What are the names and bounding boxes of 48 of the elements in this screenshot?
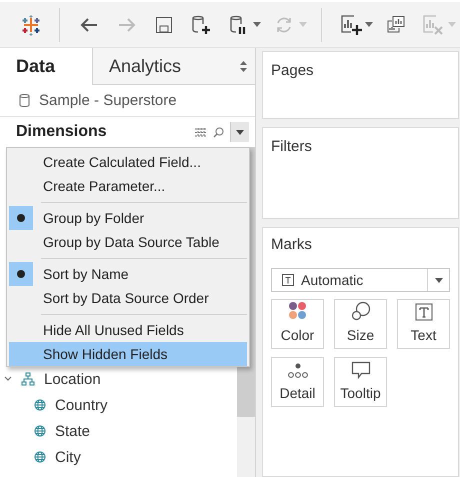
caret-icon <box>236 130 244 134</box>
mark-card-button[interactable]: Size <box>334 299 387 349</box>
duplicate-chart-icon[interactable] <box>386 14 406 34</box>
menu-item[interactable]: Sort by Data Source Order <box>9 286 247 310</box>
field-name[interactable]: Location <box>44 370 101 388</box>
mark-card-button[interactable]: Text <box>397 299 450 349</box>
globe-icon <box>34 425 46 437</box>
shelf-title: Pages <box>271 62 314 79</box>
database-icon <box>19 93 30 108</box>
chevron-down-icon[interactable] <box>4 375 12 383</box>
section-title: Dimensions <box>16 123 108 141</box>
shelf-title: Marks <box>271 236 312 253</box>
menu-item[interactable]: Group by Folder <box>9 206 247 230</box>
hierarchy-icon <box>21 372 35 386</box>
shelf-title: Filters <box>271 138 312 155</box>
menu-item[interactable]: Group by Data Source Table <box>9 230 247 254</box>
speech-bubble-icon <box>350 361 370 379</box>
search-icon[interactable] <box>213 126 224 138</box>
field-name[interactable]: State <box>55 422 90 440</box>
mark-card-button[interactable]: Color <box>271 299 324 349</box>
text-icon <box>282 274 294 286</box>
save-icon[interactable] <box>154 16 173 34</box>
sort-arrows-icon[interactable] <box>240 60 247 72</box>
dots-icon <box>288 363 308 379</box>
database-add-icon[interactable] <box>191 14 212 36</box>
menu-item[interactable]: Create Parameter... <box>9 174 247 198</box>
tab[interactable]: Analytics <box>92 48 255 85</box>
menu-item[interactable]: Sort by Name <box>9 262 247 286</box>
mark-type-dropdown[interactable]: Automatic <box>271 268 450 292</box>
caret-icon[interactable] <box>253 22 262 27</box>
mark-card-button[interactable]: Tooltip <box>334 357 387 407</box>
chart-add-icon[interactable] <box>340 14 362 36</box>
mark-card-button[interactable]: Detail <box>271 357 324 407</box>
field-name[interactable]: Country <box>55 396 108 414</box>
globe-icon <box>34 399 46 411</box>
data-source-name[interactable]: Sample - Superstore <box>39 92 177 109</box>
menu-item[interactable]: Create Calculated Field... <box>9 150 247 174</box>
text-icon <box>414 303 432 321</box>
menu-item[interactable]: Show Hidden Fields <box>9 342 247 366</box>
menu-item[interactable]: Hide All Unused Fields <box>9 318 247 342</box>
globe-icon <box>34 451 46 463</box>
list-view-icon[interactable] <box>195 128 207 136</box>
dropdown-button[interactable] <box>230 122 249 142</box>
caret-icon <box>434 278 442 282</box>
caret-icon[interactable] <box>365 22 374 27</box>
color-dots-icon <box>288 301 308 321</box>
field-name[interactable]: City <box>55 448 81 466</box>
circles-icon <box>350 301 370 321</box>
